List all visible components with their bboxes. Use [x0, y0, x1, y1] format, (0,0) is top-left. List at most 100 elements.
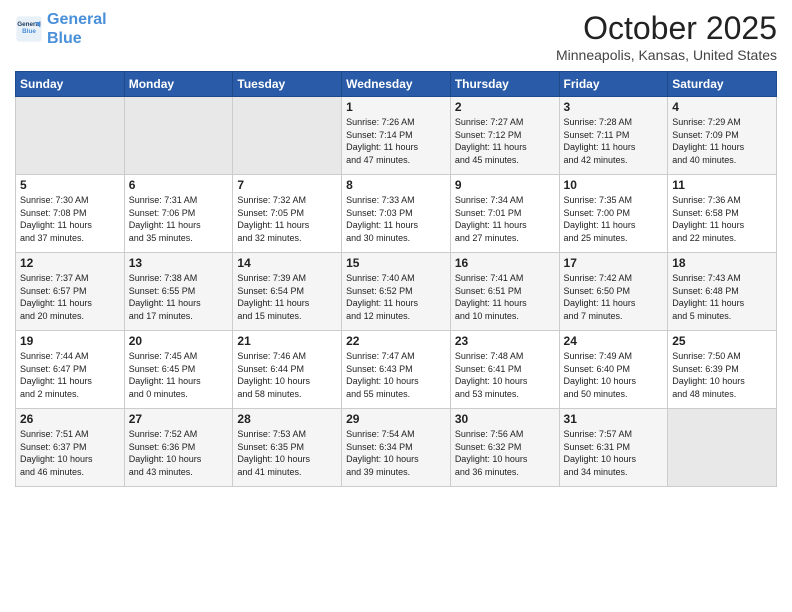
day-number: 17	[564, 256, 664, 270]
day-info: Sunrise: 7:56 AM Sunset: 6:32 PM Dayligh…	[455, 428, 555, 478]
calendar-cell: 22 Sunrise: 7:47 AM Sunset: 6:43 PM Dayli…	[342, 331, 451, 409]
calendar-cell: 12 Sunrise: 7:37 AM Sunset: 6:57 PM Dayli…	[16, 253, 125, 331]
column-header-wednesday: Wednesday	[342, 72, 451, 97]
column-header-saturday: Saturday	[668, 72, 777, 97]
day-info: Sunrise: 7:43 AM Sunset: 6:48 PM Dayligh…	[672, 272, 772, 322]
day-number: 29	[346, 412, 446, 426]
day-info: Sunrise: 7:29 AM Sunset: 7:09 PM Dayligh…	[672, 116, 772, 166]
column-header-thursday: Thursday	[450, 72, 559, 97]
svg-text:Blue: Blue	[22, 28, 36, 35]
day-number: 31	[564, 412, 664, 426]
day-number: 26	[20, 412, 120, 426]
calendar-cell: 31 Sunrise: 7:57 AM Sunset: 6:31 PM Dayli…	[559, 409, 668, 487]
day-number: 5	[20, 178, 120, 192]
day-info: Sunrise: 7:40 AM Sunset: 6:52 PM Dayligh…	[346, 272, 446, 322]
calendar-cell: 20 Sunrise: 7:45 AM Sunset: 6:45 PM Dayli…	[124, 331, 233, 409]
day-number: 7	[237, 178, 337, 192]
day-number: 16	[455, 256, 555, 270]
calendar-cell	[16, 97, 125, 175]
day-number: 28	[237, 412, 337, 426]
day-info: Sunrise: 7:54 AM Sunset: 6:34 PM Dayligh…	[346, 428, 446, 478]
calendar-cell	[233, 97, 342, 175]
calendar-cell: 23 Sunrise: 7:48 AM Sunset: 6:41 PM Dayli…	[450, 331, 559, 409]
column-header-friday: Friday	[559, 72, 668, 97]
calendar-cell: 1 Sunrise: 7:26 AM Sunset: 7:14 PM Daylig…	[342, 97, 451, 175]
day-info: Sunrise: 7:28 AM Sunset: 7:11 PM Dayligh…	[564, 116, 664, 166]
day-info: Sunrise: 7:57 AM Sunset: 6:31 PM Dayligh…	[564, 428, 664, 478]
calendar-cell	[124, 97, 233, 175]
day-info: Sunrise: 7:47 AM Sunset: 6:43 PM Dayligh…	[346, 350, 446, 400]
day-number: 9	[455, 178, 555, 192]
calendar-cell	[668, 409, 777, 487]
header: General Blue General Blue October 2025 M…	[15, 10, 777, 63]
day-info: Sunrise: 7:34 AM Sunset: 7:01 PM Dayligh…	[455, 194, 555, 244]
calendar-cell: 10 Sunrise: 7:35 AM Sunset: 7:00 PM Dayli…	[559, 175, 668, 253]
calendar-cell: 30 Sunrise: 7:56 AM Sunset: 6:32 PM Dayli…	[450, 409, 559, 487]
day-number: 30	[455, 412, 555, 426]
calendar-cell: 7 Sunrise: 7:32 AM Sunset: 7:05 PM Daylig…	[233, 175, 342, 253]
day-info: Sunrise: 7:26 AM Sunset: 7:14 PM Dayligh…	[346, 116, 446, 166]
calendar-cell: 15 Sunrise: 7:40 AM Sunset: 6:52 PM Dayli…	[342, 253, 451, 331]
day-info: Sunrise: 7:45 AM Sunset: 6:45 PM Dayligh…	[129, 350, 229, 400]
day-number: 11	[672, 178, 772, 192]
column-header-monday: Monday	[124, 72, 233, 97]
day-info: Sunrise: 7:52 AM Sunset: 6:36 PM Dayligh…	[129, 428, 229, 478]
column-header-sunday: Sunday	[16, 72, 125, 97]
day-info: Sunrise: 7:41 AM Sunset: 6:51 PM Dayligh…	[455, 272, 555, 322]
calendar-cell: 3 Sunrise: 7:28 AM Sunset: 7:11 PM Daylig…	[559, 97, 668, 175]
calendar-cell: 6Sunrise: 7:31 AM Sunset: 7:06 PM Daylig…	[124, 175, 233, 253]
day-number: 24	[564, 334, 664, 348]
calendar-cell: 26Sunrise: 7:51 AM Sunset: 6:37 PM Dayli…	[16, 409, 125, 487]
day-info: Sunrise: 7:30 AM Sunset: 7:08 PM Dayligh…	[20, 194, 120, 244]
day-info: Sunrise: 7:31 AM Sunset: 7:06 PM Dayligh…	[129, 194, 229, 244]
logo-icon: General Blue	[15, 15, 43, 43]
logo: General Blue General Blue	[15, 10, 107, 48]
day-number: 4	[672, 100, 772, 114]
day-info: Sunrise: 7:42 AM Sunset: 6:50 PM Dayligh…	[564, 272, 664, 322]
day-number: 8	[346, 178, 446, 192]
day-number: 10	[564, 178, 664, 192]
calendar-cell: 13 Sunrise: 7:38 AM Sunset: 6:55 PM Dayli…	[124, 253, 233, 331]
calendar-cell: 5 Sunrise: 7:30 AM Sunset: 7:08 PM Daylig…	[16, 175, 125, 253]
calendar-cell: 11Sunrise: 7:36 AM Sunset: 6:58 PM Dayli…	[668, 175, 777, 253]
day-number: 13	[129, 256, 229, 270]
day-info: Sunrise: 7:33 AM Sunset: 7:03 PM Dayligh…	[346, 194, 446, 244]
day-number: 19	[20, 334, 120, 348]
day-number: 21	[237, 334, 337, 348]
day-info: Sunrise: 7:49 AM Sunset: 6:40 PM Dayligh…	[564, 350, 664, 400]
day-info: Sunrise: 7:35 AM Sunset: 7:00 PM Dayligh…	[564, 194, 664, 244]
day-number: 2	[455, 100, 555, 114]
calendar-cell: 21 Sunrise: 7:46 AM Sunset: 6:44 PM Dayli…	[233, 331, 342, 409]
day-number: 3	[564, 100, 664, 114]
day-number: 25	[672, 334, 772, 348]
week-row-5: 26Sunrise: 7:51 AM Sunset: 6:37 PM Dayli…	[16, 409, 777, 487]
day-number: 22	[346, 334, 446, 348]
day-info: Sunrise: 7:37 AM Sunset: 6:57 PM Dayligh…	[20, 272, 120, 322]
day-number: 12	[20, 256, 120, 270]
calendar-cell: 29 Sunrise: 7:54 AM Sunset: 6:34 PM Dayli…	[342, 409, 451, 487]
calendar-table: SundayMondayTuesdayWednesdayThursdayFrid…	[15, 71, 777, 487]
week-row-1: 1 Sunrise: 7:26 AM Sunset: 7:14 PM Daylig…	[16, 97, 777, 175]
month-title: October 2025	[556, 10, 777, 47]
day-number: 1	[346, 100, 446, 114]
calendar-cell: 19 Sunrise: 7:44 AM Sunset: 6:47 PM Dayli…	[16, 331, 125, 409]
day-info: Sunrise: 7:32 AM Sunset: 7:05 PM Dayligh…	[237, 194, 337, 244]
calendar-cell: 24 Sunrise: 7:49 AM Sunset: 6:40 PM Dayli…	[559, 331, 668, 409]
day-info: Sunrise: 7:44 AM Sunset: 6:47 PM Dayligh…	[20, 350, 120, 400]
day-info: Sunrise: 7:48 AM Sunset: 6:41 PM Dayligh…	[455, 350, 555, 400]
week-row-4: 19 Sunrise: 7:44 AM Sunset: 6:47 PM Dayli…	[16, 331, 777, 409]
day-number: 27	[129, 412, 229, 426]
day-number: 14	[237, 256, 337, 270]
calendar-cell: 27 Sunrise: 7:52 AM Sunset: 6:36 PM Dayli…	[124, 409, 233, 487]
calendar-cell: 25Sunrise: 7:50 AM Sunset: 6:39 PM Dayli…	[668, 331, 777, 409]
calendar-cell: 14Sunrise: 7:39 AM Sunset: 6:54 PM Dayli…	[233, 253, 342, 331]
day-number: 20	[129, 334, 229, 348]
title-block: October 2025 Minneapolis, Kansas, United…	[556, 10, 777, 63]
calendar-cell: 2 Sunrise: 7:27 AM Sunset: 7:12 PM Daylig…	[450, 97, 559, 175]
day-info: Sunrise: 7:46 AM Sunset: 6:44 PM Dayligh…	[237, 350, 337, 400]
day-info: Sunrise: 7:27 AM Sunset: 7:12 PM Dayligh…	[455, 116, 555, 166]
day-number: 23	[455, 334, 555, 348]
calendar-cell: 18Sunrise: 7:43 AM Sunset: 6:48 PM Dayli…	[668, 253, 777, 331]
day-number: 15	[346, 256, 446, 270]
day-info: Sunrise: 7:38 AM Sunset: 6:55 PM Dayligh…	[129, 272, 229, 322]
